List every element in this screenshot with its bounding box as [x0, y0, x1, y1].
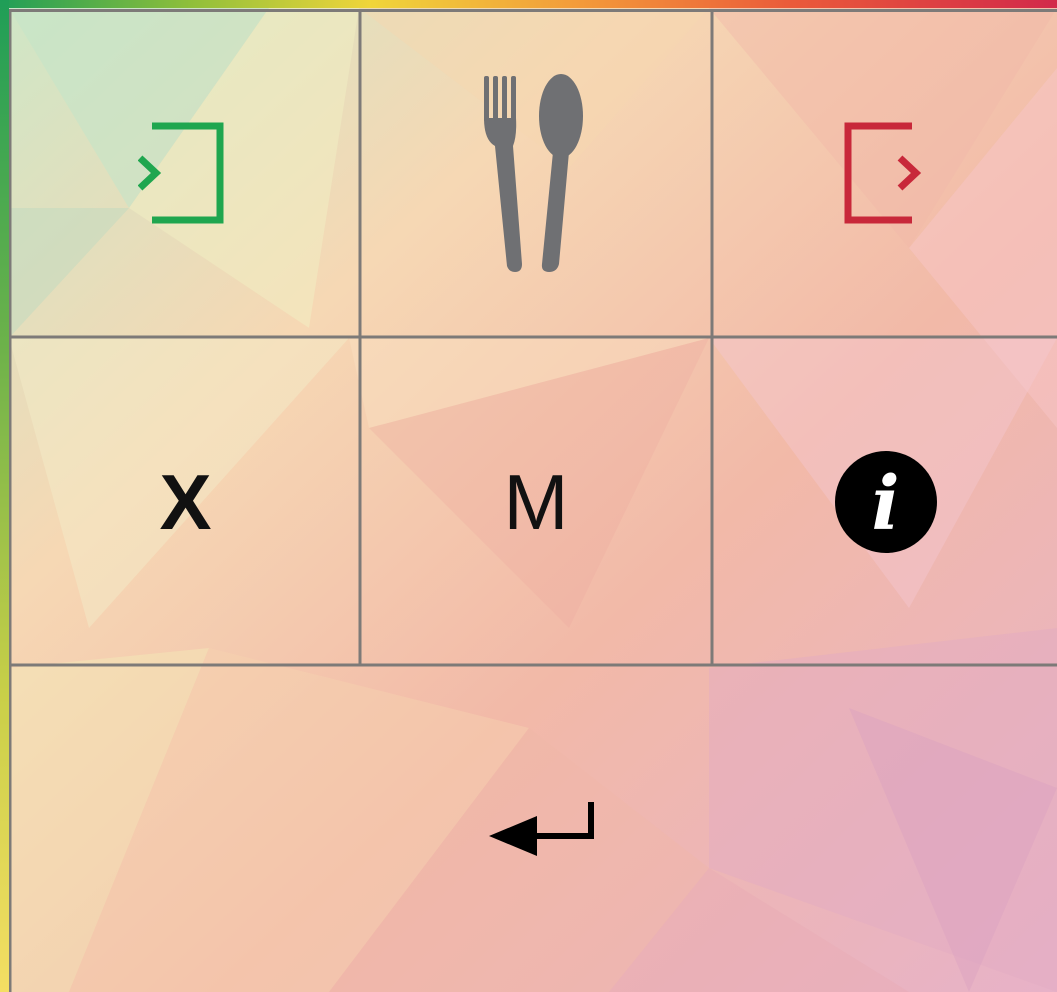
check-out-key[interactable] [714, 12, 1057, 335]
info-icon-glyph: i [871, 460, 900, 547]
cancel-key-label: X [159, 457, 212, 546]
info-icon: i [834, 450, 937, 553]
menu-key-label: M [503, 457, 569, 546]
check-in-key[interactable] [12, 12, 359, 335]
menu-key[interactable]: M [362, 339, 710, 664]
enter-key[interactable] [12, 667, 1057, 992]
enter-arrow-icon [488, 801, 594, 856]
dining-key[interactable] [362, 12, 710, 335]
left-accent-strip [0, 0, 9, 992]
check-in-icon [137, 122, 223, 223]
cancel-key[interactable]: X [12, 339, 359, 664]
info-key[interactable]: i [714, 339, 1057, 664]
app-window: X M i [0, 0, 1057, 992]
check-out-icon [844, 122, 921, 223]
keypad: X M i [9, 9, 1057, 992]
fork-spoon-icon [484, 73, 583, 272]
top-accent-strip [0, 0, 1057, 8]
